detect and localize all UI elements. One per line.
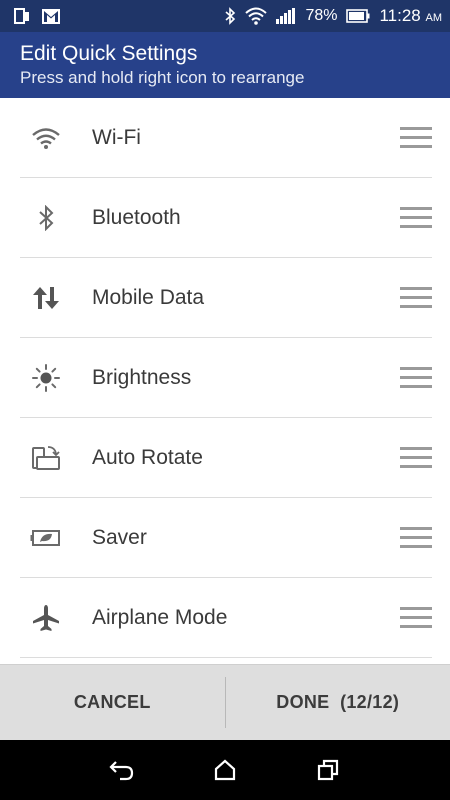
cancel-button[interactable]: CANCEL (0, 665, 225, 740)
quick-settings-list: Wi-Fi Bluetooth Mobile Data Brightness A… (0, 98, 450, 664)
battery-saver-icon (20, 518, 72, 558)
recent-apps-icon[interactable] (308, 750, 348, 790)
gmail-icon (42, 8, 60, 24)
clock: 11:28 AM (379, 6, 442, 25)
mobile-data-icon (20, 278, 72, 318)
list-item-saver[interactable]: Saver (20, 498, 432, 578)
back-icon[interactable] (102, 750, 142, 790)
airplane-icon (20, 598, 72, 638)
page-title: Edit Quick Settings (20, 42, 198, 65)
home-icon[interactable] (205, 750, 245, 790)
signal-icon (276, 8, 296, 24)
done-button[interactable]: DONE (12/12) (226, 665, 450, 740)
list-item-label: Airplane Mode (92, 605, 228, 629)
list-item-label: Bluetooth (92, 205, 181, 229)
status-bar: 78% 11:28 AM (0, 0, 450, 32)
list-item-label: Mobile Data (92, 285, 205, 309)
bluetooth-icon (224, 7, 236, 25)
bluetooth-icon (20, 198, 72, 238)
page-subtitle: Press and hold right icon to rearrange (20, 68, 305, 87)
battery-percent: 78% (305, 7, 338, 24)
list-item-wifi[interactable]: Wi-Fi (20, 98, 432, 178)
wifi-icon (20, 118, 72, 158)
list-item-mobile-data[interactable]: Mobile Data (20, 258, 432, 338)
list-item-label: Saver (92, 525, 147, 549)
drag-handle-icon[interactable] (400, 447, 432, 469)
wifi-icon (245, 7, 268, 25)
list-item-airplane-mode[interactable]: Airplane Mode (20, 578, 432, 658)
list-item-label: Auto Rotate (92, 445, 203, 469)
footer-actions: CANCEL DONE (12/12) (0, 664, 450, 740)
auto-rotate-icon (20, 438, 72, 478)
list-item-brightness[interactable]: Brightness (20, 338, 432, 418)
list-item-label: Brightness (92, 365, 192, 389)
brightness-icon (20, 358, 72, 398)
list-item-label: Wi-Fi (92, 125, 141, 149)
screen-mirror-icon (14, 8, 30, 24)
list-item-bluetooth[interactable]: Bluetooth (20, 178, 432, 258)
list-item-auto-rotate[interactable]: Auto Rotate (20, 418, 432, 498)
drag-handle-icon[interactable] (400, 367, 432, 389)
drag-handle-icon[interactable] (400, 527, 432, 549)
drag-handle-icon[interactable] (400, 207, 432, 229)
header: Edit Quick Settings Press and hold right… (0, 32, 450, 98)
navigation-bar (0, 740, 450, 800)
battery-icon (346, 9, 370, 23)
drag-handle-icon[interactable] (400, 287, 432, 309)
drag-handle-icon[interactable] (400, 607, 432, 629)
drag-handle-icon[interactable] (400, 127, 432, 149)
